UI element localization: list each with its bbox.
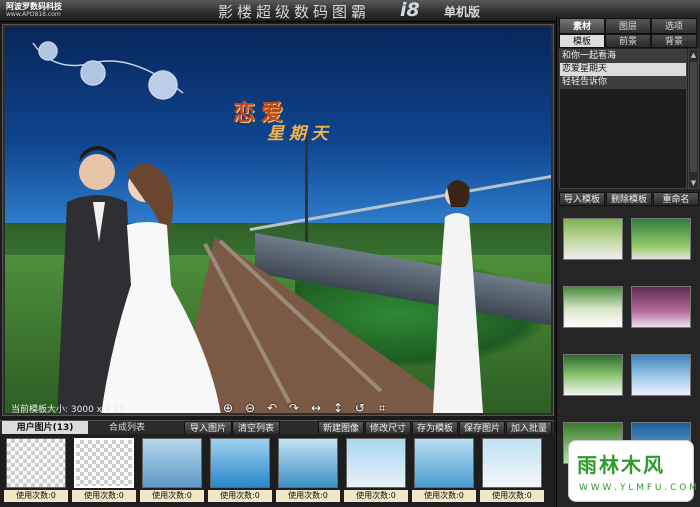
template-list[interactable]: 和你一起看海 恋爱星期天 轻轻告诉你 [559, 49, 687, 189]
flip-horizontal-icon[interactable]: ↔ [307, 401, 325, 413]
list-item[interactable]: 使用次数:0 [140, 438, 204, 504]
tab-options[interactable]: 选项 [651, 18, 697, 34]
bride-figure [101, 163, 221, 413]
brand-url: www.APO818.com [6, 11, 61, 18]
template-list-scrollbar[interactable]: ▲ ▼ [688, 49, 699, 189]
template-buttons: 导入模板 删除模板 重命名 [559, 192, 699, 206]
clear-list-button[interactable]: 清空列表 [232, 421, 280, 435]
image-thumbnail[interactable] [414, 438, 474, 488]
list-item[interactable]: 恋爱星期天 [560, 63, 686, 76]
import-template-button[interactable]: 导入模板 [559, 192, 605, 206]
watermark-url: W W W . Y L M F U . C O M [579, 483, 697, 493]
panel-tabs: 素材 图层 选项 [559, 18, 697, 34]
subtab-background[interactable]: 背景 [651, 34, 697, 48]
rename-template-button[interactable]: 重命名 [653, 192, 699, 206]
image-thumbnail[interactable] [278, 438, 338, 488]
usage-count: 使用次数:0 [480, 490, 544, 502]
watermark-text: 雨林木风 [577, 453, 665, 477]
photo-preview[interactable]: 恋爱 星期天 当前模板大小: 3000 x 2 25 ⊕ ⊖ ↶ ↷ ↔ ↕ ↺… [5, 27, 551, 413]
list-item[interactable]: 和你一起看海 [560, 50, 686, 63]
tab-materials[interactable]: 素材 [559, 18, 605, 34]
usage-count: 使用次数:0 [140, 490, 204, 502]
app-version: i8 [400, 0, 420, 21]
import-image-button[interactable]: 导入图片 [184, 421, 232, 435]
resize-button[interactable]: 修改尺寸 [365, 421, 411, 435]
list-item[interactable]: 使用次数:0 [72, 438, 136, 504]
template-thumbnail[interactable] [563, 286, 623, 328]
bottom-toolbar: 用户图片(13) 合成列表 导入图片 清空列表 新建图像 修改尺寸 存为模板 保… [0, 420, 554, 435]
undo-icon[interactable]: ↺ [351, 401, 369, 413]
canvas-toolbar: ⊕ ⊖ ↶ ↷ ↔ ↕ ↺ ⌗ [219, 401, 391, 413]
template-thumbnail[interactable] [631, 354, 691, 396]
usage-count: 使用次数:0 [344, 490, 408, 502]
image-thumbnail[interactable] [142, 438, 202, 488]
usage-count: 使用次数:0 [208, 490, 272, 502]
rotate-right-icon[interactable]: ↷ [285, 401, 303, 413]
delete-template-button[interactable]: 删除模板 [606, 192, 652, 206]
list-item[interactable]: 使用次数:0 [412, 438, 476, 504]
usage-count: 使用次数:0 [4, 490, 68, 502]
template-thumbnails [563, 218, 695, 464]
chevron-down-icon[interactable]: ▼ [689, 178, 698, 188]
tab-user-images[interactable]: 用户图片(13) [2, 421, 88, 435]
tab-composite-list[interactable]: 合成列表 [92, 421, 162, 435]
usage-count: 使用次数:0 [412, 490, 476, 502]
flip-vertical-icon[interactable]: ↕ [329, 401, 347, 413]
chevron-up-icon[interactable]: ▲ [689, 50, 698, 60]
image-thumbnail[interactable] [346, 438, 406, 488]
app-edition: 单机版 [444, 5, 481, 19]
zoom-in-icon[interactable]: ⊕ [219, 401, 237, 413]
brand-logo: 阿波罗数码科技 www.APO818.com [6, 1, 86, 21]
list-item[interactable]: 使用次数:0 [208, 438, 272, 504]
photo-title-line2: 星期天 [267, 124, 333, 144]
bride-standing-figure [433, 180, 483, 413]
save-as-template-button[interactable]: 存为模板 [412, 421, 458, 435]
image-thumbnail[interactable] [6, 438, 66, 488]
image-thumbnail[interactable] [210, 438, 270, 488]
add-batch-button[interactable]: 加入批量 [506, 421, 552, 435]
crop-icon[interactable]: ⌗ [373, 401, 391, 413]
flower-decoration [32, 41, 184, 100]
app-title: 影楼超级数码图霸 [218, 3, 371, 21]
rotate-left-icon[interactable]: ↶ [263, 401, 281, 413]
template-thumbnail[interactable] [631, 286, 691, 328]
list-item[interactable]: 使用次数:0 [480, 438, 544, 504]
image-filmstrip: 使用次数:0 使用次数:0 使用次数:0 使用次数:0 使用次数:0 使用次数:… [0, 434, 556, 507]
list-item[interactable]: 使用次数:0 [4, 438, 68, 504]
panel-subtabs: 模板 前景 背景 [559, 34, 697, 48]
image-thumbnail[interactable] [482, 438, 542, 488]
template-size-readout: 当前模板大小: 3000 x 2 25 [11, 405, 125, 413]
list-item[interactable]: 轻轻告诉你 [560, 76, 686, 89]
usage-count: 使用次数:0 [72, 490, 136, 502]
subtab-foreground[interactable]: 前景 [605, 34, 651, 48]
save-image-button[interactable]: 保存图片 [459, 421, 505, 435]
subtab-templates[interactable]: 模板 [559, 34, 605, 48]
zoom-out-icon[interactable]: ⊖ [241, 401, 259, 413]
list-item[interactable]: 使用次数:0 [276, 438, 340, 504]
image-thumbnail[interactable] [74, 438, 134, 488]
new-image-button[interactable]: 新建图像 [318, 421, 364, 435]
watermark-logo: 雨林木风 W W W . Y L M F U . C O M [568, 440, 697, 502]
tab-layers[interactable]: 图层 [605, 18, 651, 34]
template-thumbnail[interactable] [563, 354, 623, 396]
right-panel: 素材 图层 选项 模板 前景 背景 和你一起看海 恋爱星期天 轻轻告诉你 ▲ ▼… [556, 16, 700, 507]
photo-title-overlay: 恋爱 星期天 [233, 95, 393, 165]
usage-count: 使用次数:0 [276, 490, 340, 502]
template-thumbnail[interactable] [563, 218, 623, 260]
list-item[interactable]: 使用次数:0 [344, 438, 408, 504]
template-thumbnail[interactable] [631, 218, 691, 260]
canvas-area[interactable]: 恋爱 星期天 当前模板大小: 3000 x 2 25 ⊕ ⊖ ↶ ↷ ↔ ↕ ↺… [2, 24, 554, 416]
scrollbar-thumb[interactable] [690, 62, 697, 172]
